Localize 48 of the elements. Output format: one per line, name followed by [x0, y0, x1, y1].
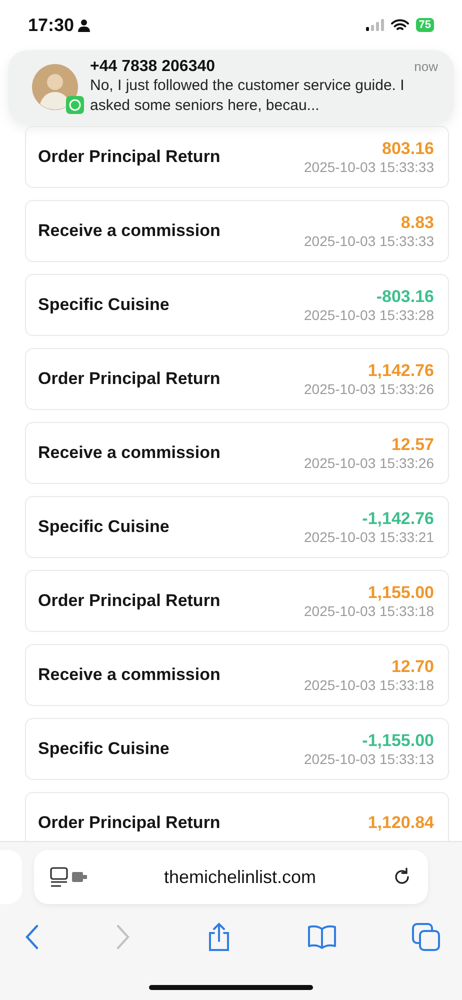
transaction-time: 2025-10-03 15:33:33: [304, 232, 434, 250]
clock: 17:30: [28, 14, 74, 36]
transaction-time: 2025-10-03 15:33:33: [304, 158, 434, 176]
transaction-title: Order Principal Return: [38, 813, 220, 833]
transaction-amount: 1,155.00: [368, 582, 434, 602]
transaction-title: Receive a commission: [38, 665, 220, 685]
wifi-icon: [390, 18, 409, 32]
chat-app-icon: [66, 96, 84, 114]
transaction-amount: -1,142.76: [362, 508, 434, 528]
transaction-amount: -1,155.00: [362, 730, 434, 750]
battery-level: 75: [416, 18, 434, 32]
transaction-time: 2025-10-03 15:33:28: [304, 306, 434, 324]
transaction-amount: 1,142.76: [368, 360, 434, 380]
avatar: [32, 64, 78, 110]
transaction-time: 2025-10-03 15:33:18: [304, 602, 434, 620]
transaction-time: 2025-10-03 15:33:13: [304, 750, 434, 768]
transaction-title: Receive a commission: [38, 443, 220, 463]
transaction-amount: 12.57: [391, 434, 434, 454]
bookmarks-button[interactable]: [307, 924, 337, 950]
transaction-title: Specific Cuisine: [38, 739, 170, 759]
transaction-time: 2025-10-03 15:33:21: [304, 528, 434, 546]
share-button[interactable]: [206, 922, 232, 952]
notification-message: No, I just followed the customer service guide. I asked some seniors here, becau...: [90, 76, 406, 116]
page-menu-icon: [50, 867, 88, 887]
address-bar[interactable]: themichelinlist.com: [34, 850, 428, 904]
transaction-amount: 8.83: [400, 212, 434, 232]
back-button[interactable]: [24, 924, 40, 950]
transaction-time: 2025-10-03 15:33:26: [304, 454, 434, 472]
reload-icon[interactable]: [392, 867, 412, 887]
transaction-title: Order Principal Return: [38, 369, 220, 389]
transaction-amount: -803.16: [376, 286, 434, 306]
person-icon: [78, 18, 90, 32]
transaction-time: 2025-10-03 15:33:18: [304, 676, 434, 694]
transaction-title: Order Principal Return: [38, 591, 220, 611]
notification-banner[interactable]: +44 7838 206340 now No, I just followed the customer service guide. I asked some seniors here, becau...: [8, 50, 454, 124]
sender-number: +44 7838 206340: [90, 58, 216, 76]
url-text: themichelinlist.com: [162, 866, 318, 888]
transaction-amount: 803.16: [382, 138, 434, 158]
transaction-title: Specific Cuisine: [38, 517, 170, 537]
signal-icon: [366, 19, 384, 31]
transaction-amount: 1,120.84: [368, 813, 434, 833]
tabs-button[interactable]: [412, 923, 440, 951]
transaction-time: 2025-10-03 15:33:26: [304, 380, 434, 398]
transaction-title: Receive a commission: [38, 221, 220, 241]
transaction-amount: 12.70: [391, 656, 434, 676]
transaction-title: Specific Cuisine: [38, 295, 170, 315]
transaction-title: Order Principal Return: [38, 147, 220, 167]
notification-time: now: [414, 59, 438, 74]
